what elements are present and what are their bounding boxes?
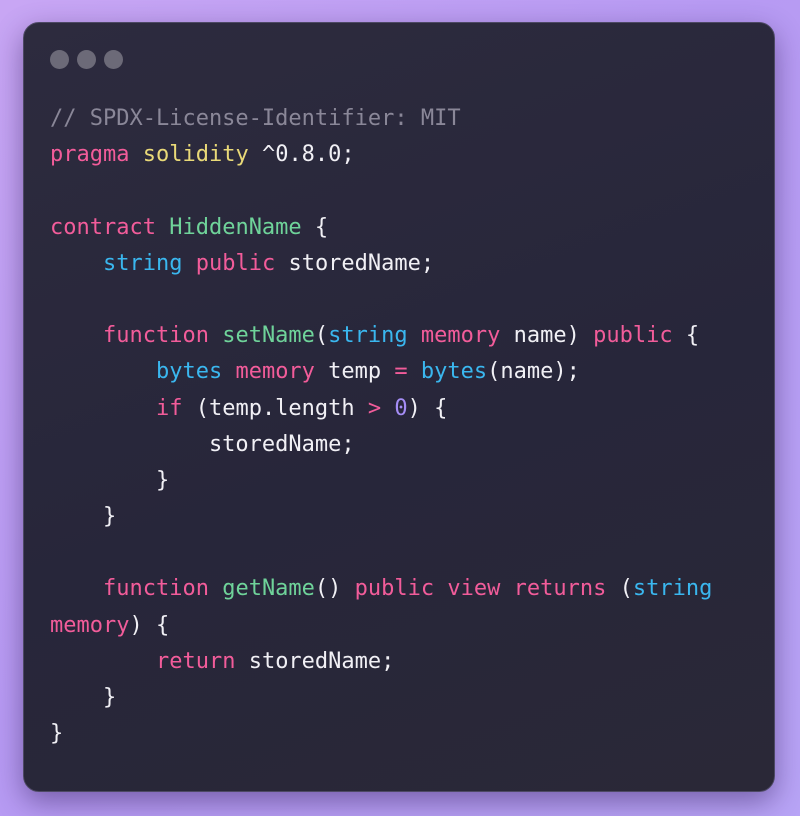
code-token: storedName; — [50, 431, 355, 457]
code-line: function setName(string memory name) pub… — [50, 318, 750, 354]
code-line: pragma solidity ^0.8.0; — [50, 137, 750, 173]
code-token: temp — [314, 359, 395, 385]
window-controls — [50, 50, 123, 69]
code-token: HiddenName — [169, 214, 302, 240]
code-token: returns — [513, 576, 607, 602]
code-token: } — [50, 685, 117, 710]
code-token: return — [155, 648, 236, 674]
code-token: string — [102, 250, 183, 276]
code-token: (temp.length — [182, 395, 368, 421]
code-token: ) { — [129, 612, 170, 638]
code-line: } — [50, 716, 750, 752]
window-dot — [77, 50, 96, 69]
code-token: 0 — [394, 395, 408, 421]
code-token: = — [394, 359, 408, 385]
code-token: bytes — [420, 359, 488, 385]
code-token: memory — [235, 359, 315, 385]
code-token: setName — [222, 323, 315, 349]
code-token: pragma — [50, 142, 130, 168]
window-dot — [50, 50, 69, 69]
code-token: { — [672, 323, 700, 349]
code-line: memory) { — [50, 608, 750, 644]
code-token: ) { — [407, 395, 448, 421]
code-token: view — [447, 576, 501, 602]
code-token: ( — [606, 576, 633, 602]
code-line: if (temp.length > 0) { — [50, 391, 750, 427]
code-token: bytes — [155, 359, 223, 385]
code-line: return storedName; — [50, 644, 750, 680]
code-token: getName — [222, 576, 315, 602]
code-line: } — [50, 463, 750, 499]
code-token: contract — [50, 214, 156, 240]
code-token: } — [50, 467, 170, 493]
code-token: name) — [500, 323, 594, 349]
code-token: ( — [314, 323, 329, 349]
code-token: memory — [50, 612, 130, 638]
code-token: } — [50, 721, 64, 747]
code-token: public — [195, 250, 276, 276]
code-line: contract HiddenName { — [50, 210, 750, 246]
code-line: bytes memory temp = bytes(name); — [50, 354, 750, 390]
code-token: storedName; — [235, 648, 395, 674]
code-line: function getName() public view returns (… — [50, 571, 750, 607]
code-token: public — [354, 576, 435, 602]
code-token: public — [593, 323, 673, 349]
code-token: ^0.8.0; — [248, 142, 355, 168]
code-token: > — [367, 395, 382, 421]
code-line: storedName; — [50, 427, 750, 463]
window-dot — [104, 50, 123, 69]
code-line: string public storedName; — [50, 246, 750, 282]
code-line: // SPDX-License-Identifier: MIT — [50, 101, 750, 137]
code-token: string — [632, 576, 713, 602]
code-token: memory — [420, 323, 501, 349]
code-token: } — [50, 504, 117, 530]
code-token: if — [155, 395, 183, 421]
code-token: string — [328, 323, 408, 349]
code-token: () — [314, 576, 355, 602]
code-token: function — [102, 576, 209, 602]
code-token: { — [301, 214, 329, 240]
code-token: function — [102, 323, 209, 349]
code-block: // SPDX-License-Identifier: MIT pragma so… — [50, 101, 750, 752]
code-window: // SPDX-License-Identifier: MIT pragma so… — [23, 22, 775, 792]
code-line: } — [50, 680, 750, 716]
code-token: // SPDX-License-Identifier: MIT — [50, 106, 461, 131]
code-token: (name); — [487, 359, 580, 385]
code-token: storedName; — [275, 250, 435, 276]
code-line: } — [50, 499, 750, 535]
code-token: solidity — [142, 142, 249, 168]
